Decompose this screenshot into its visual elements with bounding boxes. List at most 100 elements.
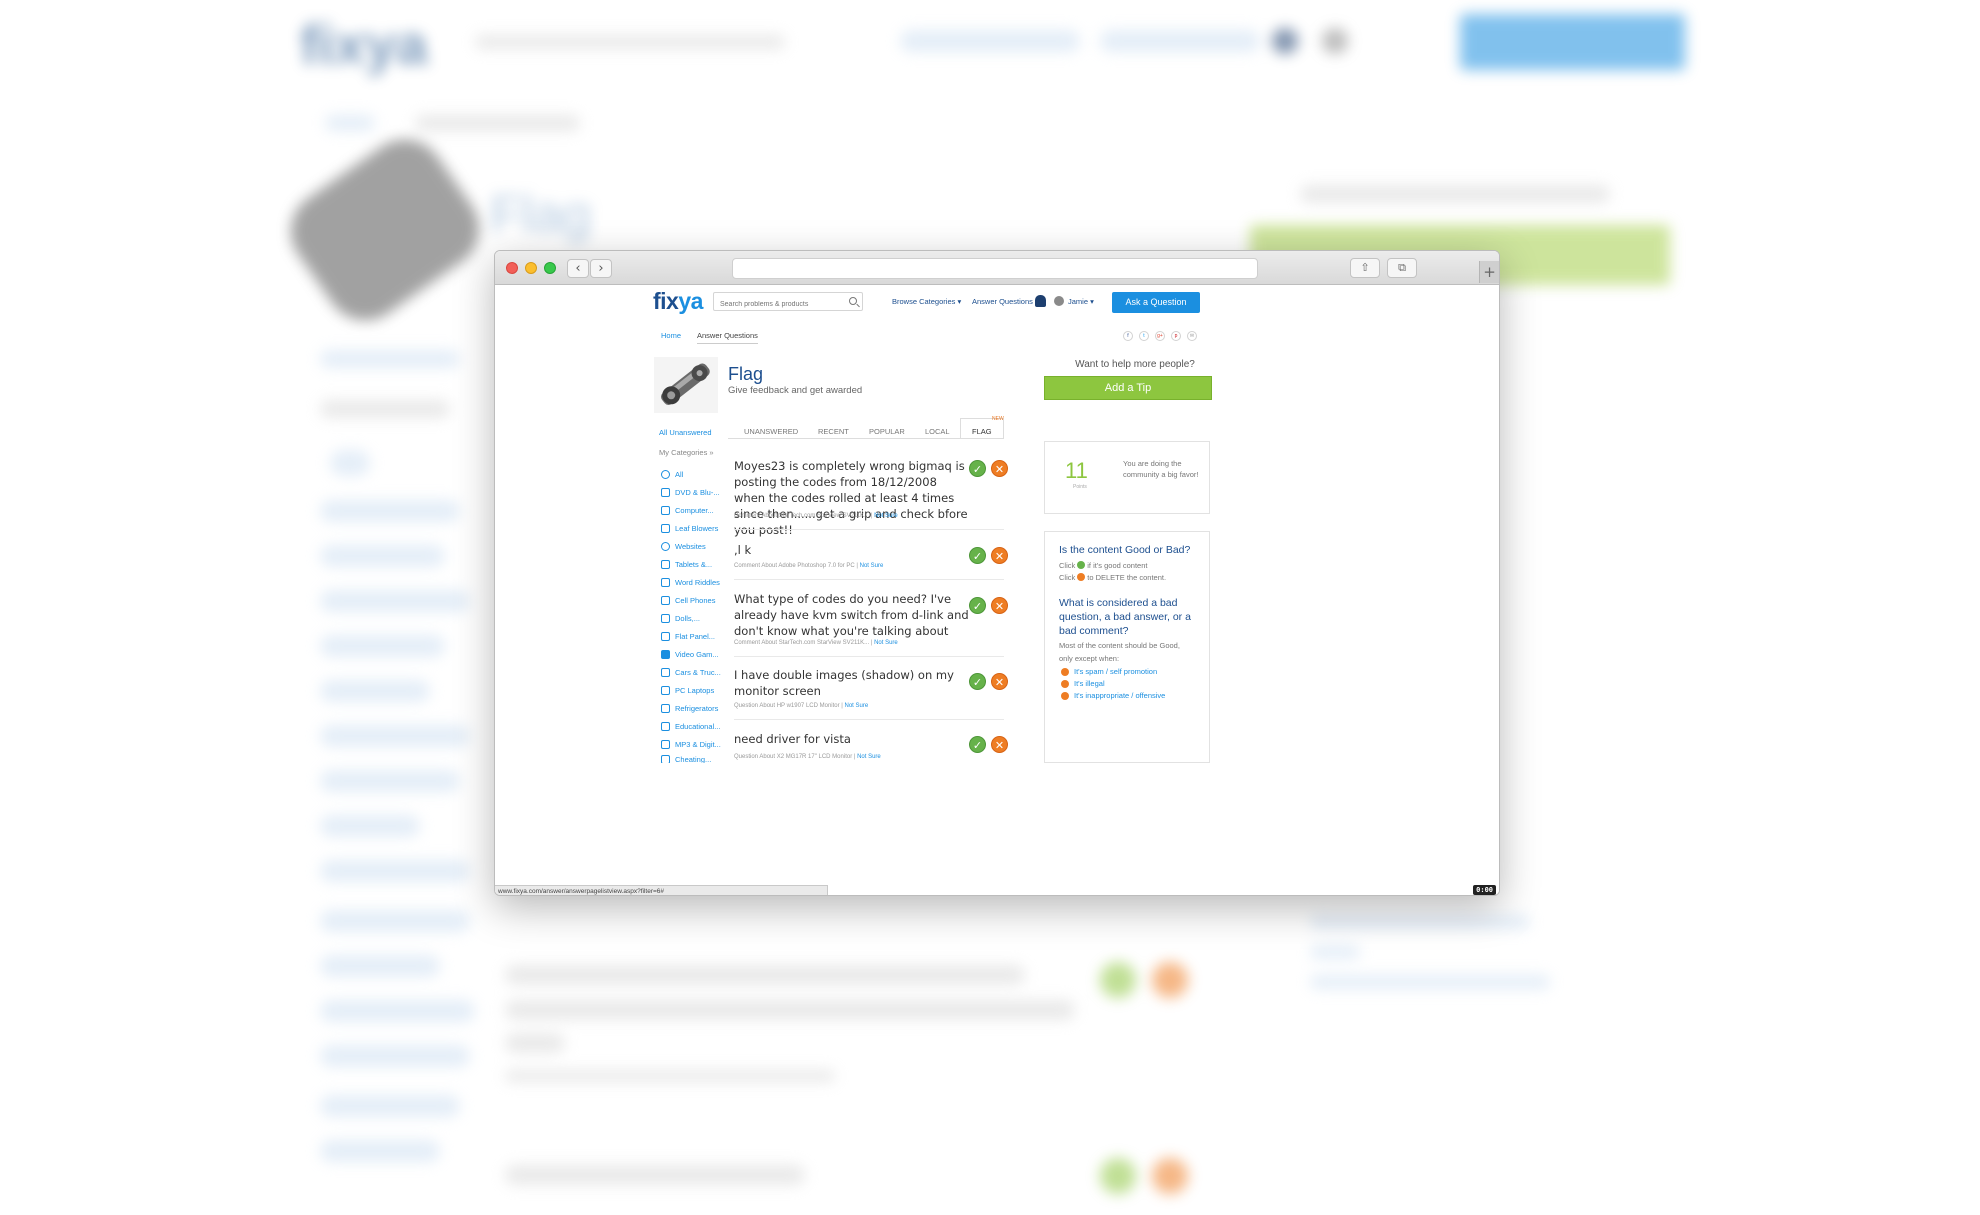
rule-spam[interactable]: It's spam / self promotion	[1059, 667, 1157, 676]
tabs-overview-icon[interactable]: ⧉	[1387, 258, 1417, 278]
not-sure-link[interactable]: Not Sure	[874, 640, 898, 646]
user-menu[interactable]: Jamie ▾	[1068, 297, 1094, 306]
tab-unanswered[interactable]: UNANSWERED	[744, 427, 798, 436]
rule-label: It's illegal	[1074, 679, 1105, 688]
dvd-icon	[661, 487, 670, 497]
category-tablets[interactable]: Tablets &...	[661, 558, 712, 570]
approve-check-icon[interactable]: ✓	[969, 736, 986, 753]
category-refrigerators[interactable]: Refrigerators	[661, 702, 718, 714]
bad-instruction: Click to DELETE the content.	[1059, 572, 1166, 584]
forward-button[interactable]: ›	[590, 259, 612, 278]
bulb-icon	[661, 469, 670, 479]
logo-text: fix	[653, 288, 679, 314]
twitter-icon[interactable]: t	[1139, 331, 1149, 341]
approve-check-icon[interactable]: ✓	[969, 547, 986, 564]
x-icon	[1077, 573, 1086, 581]
back-button[interactable]: ‹	[567, 259, 589, 278]
tab-recent[interactable]: RECENT	[818, 427, 849, 436]
facebook-icon[interactable]: f	[1123, 331, 1133, 341]
search-input[interactable]	[714, 296, 842, 313]
category-label: Tablets &...	[675, 559, 713, 569]
close-window-button[interactable]	[506, 262, 518, 274]
approve-check-icon[interactable]: ✓	[969, 460, 986, 477]
rule-label: It's spam / self promotion	[1074, 667, 1158, 676]
category-label: Cars & Truc...	[675, 667, 721, 677]
flag-item-text: What type of codes do you need? I've alr…	[734, 592, 969, 638]
rule-illegal[interactable]: It's illegal	[1059, 679, 1105, 688]
category-mp3[interactable]: MP3 & Digit...	[661, 738, 721, 750]
not-sure-link[interactable]: Not Sure	[845, 703, 869, 709]
points-value: 11	[1065, 458, 1088, 483]
category-label: PC Laptops	[675, 685, 715, 695]
category-cell-phones[interactable]: Cell Phones	[661, 594, 715, 606]
share-icon[interactable]: ⇧	[1350, 258, 1380, 278]
not-sure-link[interactable]: Not Sure	[857, 754, 881, 760]
x-icon	[1061, 679, 1069, 688]
tab-flag[interactable]: FLAG	[972, 427, 992, 436]
tab-local[interactable]: LOCAL	[925, 427, 950, 436]
answer-questions-link[interactable]: Answer Questions	[972, 297, 1033, 306]
breadcrumb-home[interactable]: Home	[661, 331, 681, 340]
category-icon	[661, 755, 670, 763]
tab-popular[interactable]: POPULAR	[869, 427, 905, 436]
all-unanswered-link[interactable]: All Unanswered	[659, 428, 712, 437]
new-tab-button[interactable]: +	[1479, 261, 1499, 283]
category-educational[interactable]: Educational...	[661, 720, 720, 732]
my-categories-link[interactable]: My Categories »	[659, 448, 714, 457]
category-label: Cell Phones	[675, 595, 716, 605]
flag-item-meta: Comment About StarTech.com StarView SV21…	[734, 640, 898, 646]
bell-icon[interactable]	[1035, 295, 1046, 307]
x-icon	[1061, 667, 1069, 676]
minimize-window-button[interactable]	[525, 262, 537, 274]
approve-check-icon[interactable]: ✓	[969, 597, 986, 614]
address-bar[interactable]	[732, 258, 1258, 279]
google-plus-icon[interactable]: g+	[1155, 331, 1165, 341]
flag-item-text: Moyes23 is completely wrong bigmaq is po…	[734, 459, 968, 537]
delete-x-icon[interactable]: ✕	[991, 673, 1008, 690]
bad-content-heading: What is considered a bad question, a bad…	[1059, 597, 1191, 637]
new-badge: NEW	[992, 416, 1004, 422]
category-websites[interactable]: Websites	[661, 540, 706, 552]
category-label: Word Riddles	[675, 577, 720, 587]
not-sure-link[interactable]: Not Sure	[874, 513, 898, 519]
guide-text: Most of the content should be Good,	[1059, 641, 1180, 650]
delete-x-icon[interactable]: ✕	[991, 460, 1008, 477]
category-cheating[interactable]: Cheating...	[661, 755, 711, 763]
category-label: Flat Panel...	[675, 631, 716, 641]
category-flat-panel[interactable]: Flat Panel...	[661, 630, 715, 642]
category-video-games[interactable]: Video Gam...	[661, 648, 719, 660]
email-icon[interactable]: ✉	[1187, 331, 1197, 341]
item-divider	[734, 656, 1004, 657]
category-cars-trucks[interactable]: Cars & Truc...	[661, 666, 721, 678]
category-all[interactable]: All	[661, 468, 683, 480]
x-icon	[1061, 691, 1069, 700]
category-word-riddles[interactable]: Word Riddles	[661, 576, 720, 588]
globe-icon	[661, 541, 670, 551]
avatar[interactable]	[1054, 296, 1064, 306]
car-icon	[661, 667, 670, 677]
category-leaf-blowers[interactable]: Leaf Blowers	[661, 522, 718, 534]
console-icon	[661, 649, 670, 659]
page-subtitle: Give feedback and get awarded	[728, 385, 863, 396]
category-dvd[interactable]: DVD & Blu-...	[661, 486, 720, 498]
points-card: 11 Points You are doing the community a …	[1044, 441, 1210, 514]
site-logo[interactable]: fixya	[653, 288, 703, 315]
add-tip-button[interactable]: Add a Tip	[1044, 376, 1212, 400]
ask-question-button[interactable]: Ask a Question	[1112, 292, 1200, 313]
delete-x-icon[interactable]: ✕	[991, 597, 1008, 614]
browse-categories-link[interactable]: Browse Categories ▾	[892, 297, 961, 306]
category-pc-laptops[interactable]: PC Laptops	[661, 684, 714, 696]
delete-x-icon[interactable]: ✕	[991, 736, 1008, 753]
item-divider	[734, 719, 1004, 720]
tv-icon	[661, 631, 670, 641]
category-computer[interactable]: Computer...	[661, 504, 714, 516]
approve-check-icon[interactable]: ✓	[969, 673, 986, 690]
not-sure-link[interactable]: Not Sure	[860, 563, 884, 569]
pinterest-icon[interactable]: p	[1171, 331, 1181, 341]
search-icon[interactable]	[849, 297, 857, 305]
rule-inappropriate[interactable]: It's inappropriate / offensive	[1059, 691, 1165, 700]
category-dolls[interactable]: Dolls,...	[661, 612, 700, 624]
zoom-window-button[interactable]	[544, 262, 556, 274]
delete-x-icon[interactable]: ✕	[991, 547, 1008, 564]
item-meta-text: Comment About Adobe Photoshop 7.0 for PC…	[734, 563, 860, 569]
